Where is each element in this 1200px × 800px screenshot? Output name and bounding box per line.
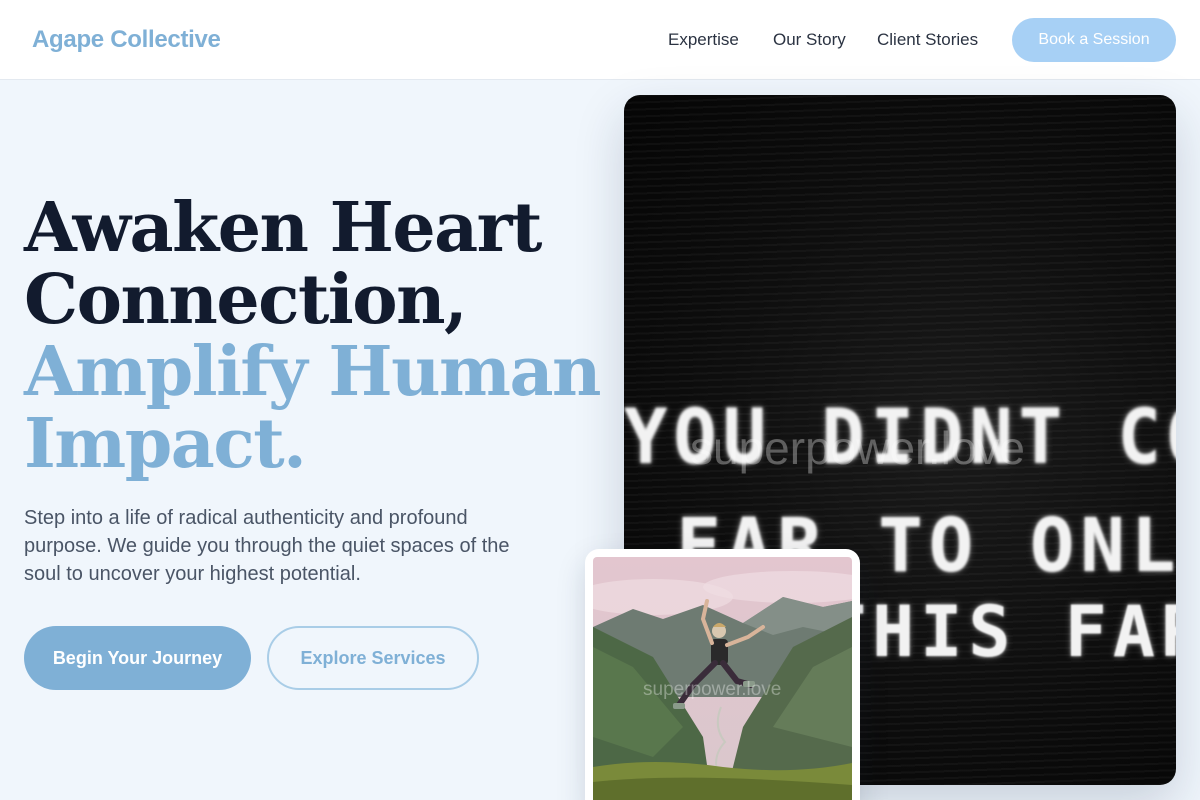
mountain-jump-image: superpower.love — [593, 557, 852, 800]
hero-subtitle: Step into a life of radical authenticity… — [24, 507, 510, 585]
hero-title-line-1: Awaken Heart — [24, 188, 542, 268]
image-watermark: superpower.love — [690, 422, 1025, 474]
hero-title-line-4: Impact. — [24, 404, 307, 484]
hero-title-line-3: Amplify Human — [24, 332, 602, 412]
jump-photo-card: superpower.love — [585, 549, 860, 800]
book-session-button[interactable]: Book a Session — [1012, 18, 1176, 62]
image-watermark-small: superpower.love — [643, 679, 782, 700]
board-text-line-3: THIS FAR — [824, 591, 1176, 673]
begin-journey-button[interactable]: Begin Your Journey — [24, 626, 251, 690]
nav-link-our-story[interactable]: Our Story — [773, 30, 846, 50]
hero-title-line-2: Connection, — [24, 260, 468, 340]
hero-title: Awaken Heart Connection, Amplify Human I… — [24, 192, 604, 480]
nav-link-client-stories[interactable]: Client Stories — [877, 30, 978, 50]
explore-services-button[interactable]: Explore Services — [267, 626, 479, 690]
brand-logo[interactable]: Agape Collective — [32, 26, 221, 54]
site-header: Agape Collective Expertise Our Story Cli… — [0, 0, 1200, 80]
nav-link-expertise[interactable]: Expertise — [668, 30, 739, 50]
